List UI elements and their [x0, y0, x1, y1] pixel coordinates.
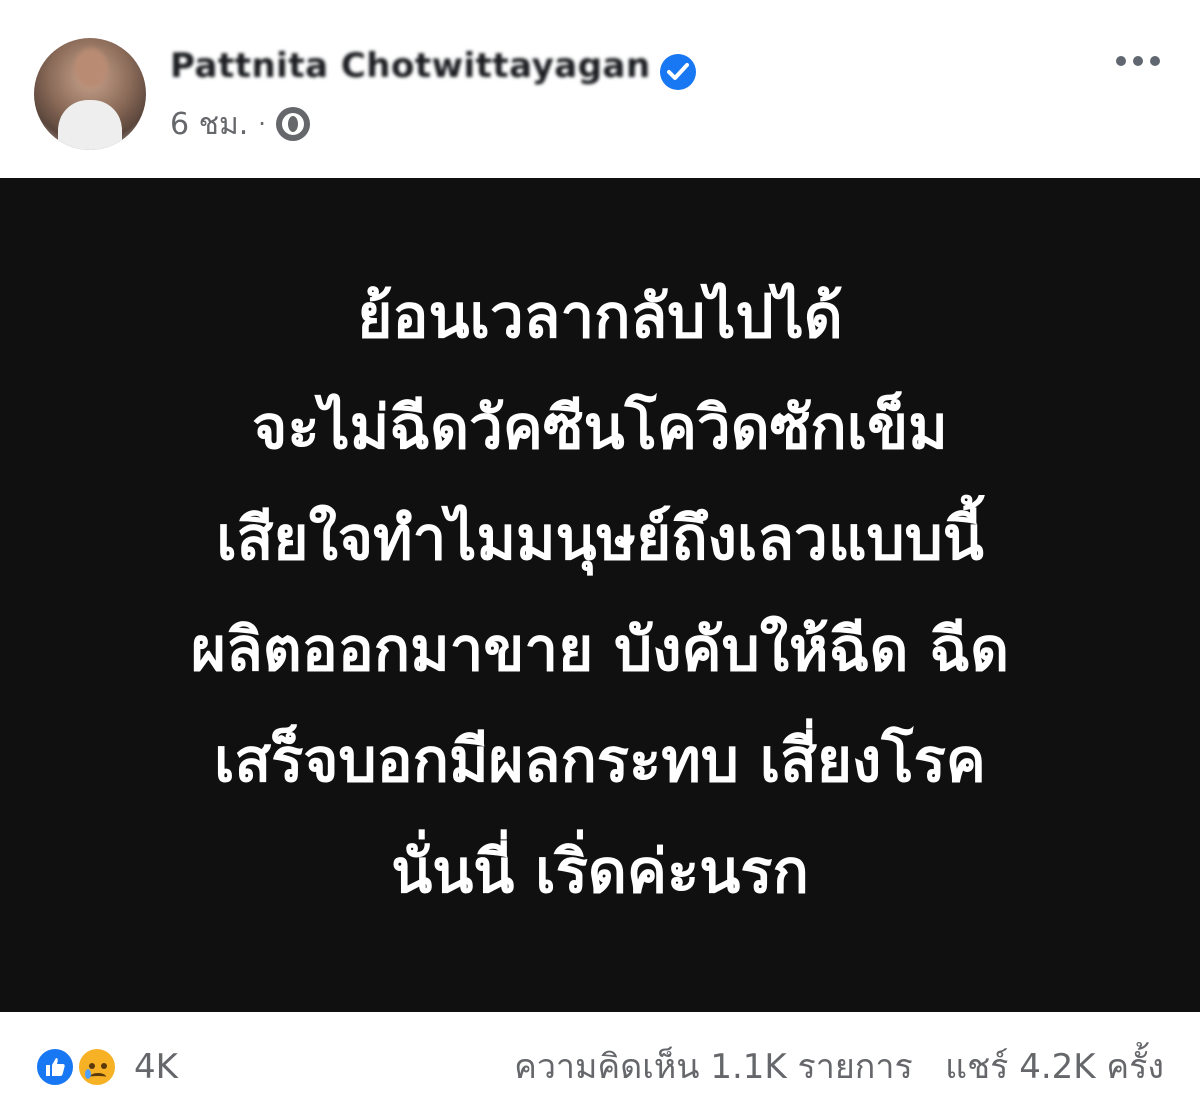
sad-eye — [101, 1063, 107, 1069]
post-timestamp[interactable]: 6 ชม. — [170, 101, 248, 148]
more-dot — [1116, 56, 1126, 66]
author-name[interactable]: Pattnita Chotwittayagan — [170, 46, 651, 86]
share-count[interactable]: แชร์ 4.2K ครั้ง — [945, 1047, 1164, 1087]
globe-icon[interactable] — [275, 107, 310, 141]
like-icon[interactable] — [34, 1046, 76, 1088]
post-text-line: นั่นนี่ เริ่ดค่ะนรก — [391, 837, 809, 907]
post-meta: 6 ชม. · — [170, 104, 310, 144]
comment-count[interactable]: ความคิดเห็น 1.1K รายการ — [514, 1047, 913, 1087]
post-text-line: ย้อนเวลากลับไปได้ — [357, 282, 843, 352]
post-text-line: เสียใจทำไมมนุษย์ถึงเลวแบบนี้ — [216, 504, 984, 574]
post-text-line: เสร็จบอกมีผลกระทบ เสี่ยงโรค — [214, 726, 986, 796]
reaction-count[interactable]: 4K — [134, 1046, 178, 1088]
avatar-face-blurred — [74, 48, 108, 88]
meta-separator: · — [258, 110, 266, 138]
more-options-icon[interactable] — [1116, 56, 1160, 66]
post-text-line: ผลิตออกมาขาย บังคับให้ฉีด ฉีด — [190, 615, 1010, 685]
sad-eye — [89, 1063, 95, 1069]
sad-mouth — [90, 1073, 106, 1081]
post-header: Pattnita Chotwittayagan 6 ชม. · — [0, 0, 1200, 178]
engagement-stats: ความคิดเห็น 1.1K รายการ แชร์ 4.2K ครั้ง — [514, 1046, 1164, 1088]
avatar-shirt — [58, 100, 122, 150]
author-avatar[interactable] — [34, 38, 146, 150]
post-text-card[interactable]: ย้อนเวลากลับไปได้ จะไม่ฉีดวัคซีนโควิดซัก… — [0, 178, 1200, 1012]
sad-tear — [85, 1069, 91, 1079]
sad-icon[interactable] — [76, 1046, 118, 1088]
verified-badge-icon — [660, 54, 696, 90]
more-dot — [1150, 56, 1160, 66]
post-text-line: จะไม่ฉีดวัคซีนโควิดซักเข็ม — [252, 393, 948, 463]
more-dot — [1133, 56, 1143, 66]
